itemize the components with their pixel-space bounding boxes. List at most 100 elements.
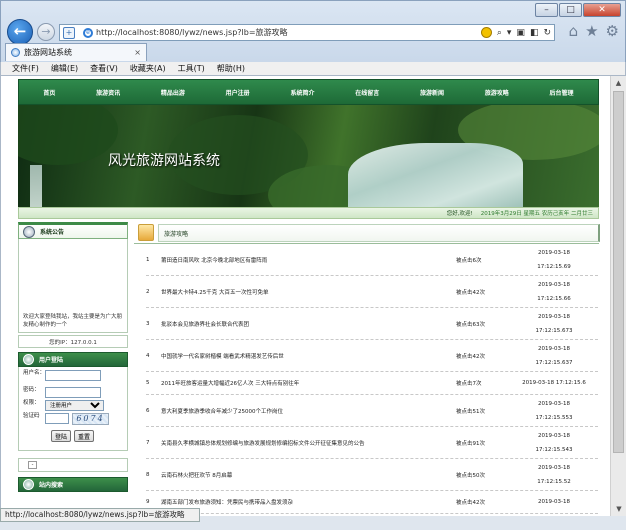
news-time: 2019-03-18 17:12:15.6 (510, 376, 598, 390)
nav-admin[interactable]: 后台管理 (550, 88, 574, 97)
news-time: 2019-03-18 17:12:15.553 (510, 397, 598, 425)
login-title: 用户登陆 (39, 357, 64, 364)
news-time: 2019-03-18 17:12:15.66 (510, 278, 598, 306)
nav-travel-guides[interactable]: 旅游攻略 (485, 88, 509, 97)
vertical-scrollbar[interactable]: ▲ ▼ (610, 76, 626, 516)
menu-favorites[interactable]: 收藏夹(A) (130, 63, 166, 74)
nav-register[interactable]: 用户注册 (226, 88, 250, 97)
news-title-link[interactable]: 批驳本会见旅游界社会长联合代表团 (161, 320, 456, 328)
news-time: 2019-03-18 17:12:15.673 (510, 310, 598, 338)
captcha-image[interactable]: 6074 (72, 413, 109, 425)
news-title-link[interactable]: 云南石林火把狂欢节 8月启幕 (161, 471, 456, 479)
banner-foliage (18, 105, 118, 165)
news-hits: 被点击7次 (456, 381, 482, 387)
welcome-text: 您好,欢迎! (446, 211, 473, 217)
news-number: 4 (146, 352, 150, 359)
role-select[interactable]: 注册用户 (45, 400, 104, 411)
compatibility-icon[interactable] (480, 27, 492, 38)
notice-text: 欢迎大家登陆我站，我站主要是为广大朋友精心制作的一个 (23, 314, 123, 328)
nav-guestbook[interactable]: 在线留言 (355, 88, 379, 97)
news-title-link[interactable]: 莆田造日南风吹 北京今晚北部地区有雷阵雨 (161, 256, 456, 264)
news-hits: 被点击42次 (456, 500, 485, 506)
site-top-nav: 首页 旅游资讯 精品出游 用户注册 系统简介 在线留言 旅游新闻 旅游攻略 后台… (18, 79, 599, 105)
news-row[interactable]: 6 意大利夏季旅游季收合年减少了25000个工作岗位 被点击51次 2019-03-1… (146, 395, 598, 427)
news-title-link[interactable]: 世界最大卡特4.25千克 大百五一次性可免单 (161, 288, 456, 296)
banner-title: 风光旅游网站系统 (108, 153, 220, 169)
address-url[interactable]: http://localhost:8080/lywz/news.jsp?lb=旅… (96, 27, 288, 38)
guides-header: 旅游攻略 (134, 222, 600, 244)
address-bar[interactable]: + e http://localhost:8080/lywz/news.jsp?… (59, 24, 555, 41)
search-input[interactable]: - (28, 461, 37, 469)
login-buttons: 登陆 重置 (51, 430, 95, 442)
news-row[interactable]: 4 中国就学一代名家树楷模 端看武术精湛发艺传后世 被点击42次 2019-03-18… (146, 340, 598, 372)
menu-tools[interactable]: 工具(T) (178, 63, 205, 74)
menu-file[interactable]: 文件(F) (12, 63, 39, 74)
menu-edit[interactable]: 编辑(E) (51, 63, 78, 74)
ip-display: 您的IP：127.0.0.1 (18, 335, 128, 348)
home-icon[interactable]: ⌂ (569, 24, 579, 39)
nav-travel-news[interactable]: 旅游新闻 (420, 88, 444, 97)
dropdown-icon[interactable]: ▾ (507, 28, 512, 38)
certificate-icon[interactable]: ▣ (516, 28, 525, 38)
tab-close-icon[interactable]: × (134, 48, 141, 57)
news-title-link[interactable]: 意大利夏季旅游季收合年减少了25000个工作岗位 (161, 407, 456, 415)
back-button[interactable]: ← (7, 19, 33, 45)
news-clock: 17:12:15.637 (535, 359, 573, 366)
favorites-star-icon[interactable]: ★ (585, 24, 598, 39)
news-row[interactable]: 9 湖南五部门发布旅游须知：凭票民与携带品入盘发须杂 被点击42次 2019-03-1… (146, 491, 598, 514)
news-clock: 17:12:15.553 (535, 414, 573, 421)
nav-home[interactable]: 首页 (43, 88, 55, 97)
nav-about[interactable]: 系统简介 (290, 88, 314, 97)
news-clock: 17:12:15.66 (537, 295, 571, 302)
reset-button[interactable]: 重置 (74, 430, 95, 442)
notice-body: 欢迎大家登陆我站，我站主要是为广大朋友精心制作的一个 (18, 239, 128, 333)
nav-travel-info[interactable]: 旅游资讯 (96, 88, 120, 97)
news-hits: 被点击51次 (456, 408, 485, 415)
news-row[interactable]: 1 莆田造日南风吹 北京今晚北部地区有雷阵雨 被点击6次 2019-03-18 17:1… (146, 244, 598, 276)
scroll-thumb[interactable] (613, 91, 624, 453)
site-search-header: 站内搜索 (18, 477, 128, 492)
username-label: 用户名： (23, 370, 46, 376)
menu-view[interactable]: 查看(V) (90, 63, 118, 74)
news-title-link[interactable]: 中国就学一代名家树楷模 端看武术精湛发艺传后世 (161, 352, 456, 360)
news-row[interactable]: 5 2011年旺旅客运量大增幅近26亿人次 三大特点有别往年 被点击7次 2019-0… (146, 372, 598, 395)
news-date: 2019-03-18 17:12:15.6 (522, 380, 586, 386)
gear-icon[interactable]: ⚙ (606, 24, 619, 39)
password-input[interactable] (45, 387, 101, 398)
scroll-up-icon[interactable]: ▲ (611, 76, 626, 90)
address-tools: ⌕ ▾ ▣ ◧ ↻ (480, 27, 554, 38)
captcha-input[interactable] (45, 413, 69, 424)
refresh-icon[interactable]: ↻ (543, 28, 551, 38)
news-title-link[interactable]: 关南县久孝横城镇总体规划修编与旅游发展规划修编招标文件公开征征集意见的公告 (161, 439, 456, 447)
news-clock: 17:12:15.69 (537, 263, 571, 270)
site-search-icon (23, 479, 34, 490)
minimize-icon[interactable]: – (535, 3, 558, 17)
scroll-down-icon[interactable]: ▼ (611, 502, 626, 516)
login-header: 用户登陆 (18, 352, 128, 367)
maximize-icon[interactable]: □ (559, 3, 582, 17)
news-title-link[interactable]: 湖南五部门发布旅游须知：凭票民与携带品入盘发须杂 (161, 498, 456, 506)
username-input[interactable] (45, 370, 101, 381)
news-row[interactable]: 8 云南石林火把狂欢节 8月启幕 被点击50次 2019-03-18 17:12:15.… (146, 459, 598, 491)
login-button[interactable]: 登陆 (51, 430, 72, 442)
close-window-icon[interactable]: ✕ (583, 3, 621, 17)
forward-button[interactable]: → (37, 23, 55, 41)
browser-tab[interactable]: 旅游网站系统 × (5, 43, 147, 61)
news-date: 2019-03-18 (538, 313, 570, 320)
news-row[interactable]: 3 批驳本会见旅游界社会长联合代表团 被点击63次 2019-03-18 17:12:1… (146, 308, 598, 340)
menu-help[interactable]: 帮助(H) (217, 63, 245, 74)
password-row: 密码： (23, 387, 123, 400)
news-time: 2019-03-18 17:12:15.543 (510, 429, 598, 457)
main-content: 旅游攻略 1 莆田造日南风吹 北京今晚北部地区有雷阵雨 被点击6次 2019-03-1… (134, 222, 600, 514)
banner-waterfall (348, 143, 523, 207)
news-clock: 17:12:15.673 (535, 327, 573, 334)
news-row[interactable]: 7 关南县久孝横城镇总体规划修编与旅游发展规划修编招标文件公开征征集意见的公告 被点… (146, 427, 598, 459)
compat-view-icon[interactable]: ◧ (530, 28, 539, 38)
role-row: 权限： 注册用户 (23, 400, 123, 413)
tab-title: 旅游网站系统 (24, 48, 72, 57)
search-icon[interactable]: ⌕ (497, 28, 502, 38)
news-number: 7 (146, 439, 150, 446)
nav-premium-tours[interactable]: 精品出游 (161, 88, 185, 97)
news-row[interactable]: 2 世界最大卡特4.25千克 大百五一次性可免单 被点击42次 2019-03-18 1… (146, 276, 598, 308)
news-title-link[interactable]: 2011年旺旅客运量大增幅近26亿人次 三大特点有别往年 (161, 379, 456, 387)
